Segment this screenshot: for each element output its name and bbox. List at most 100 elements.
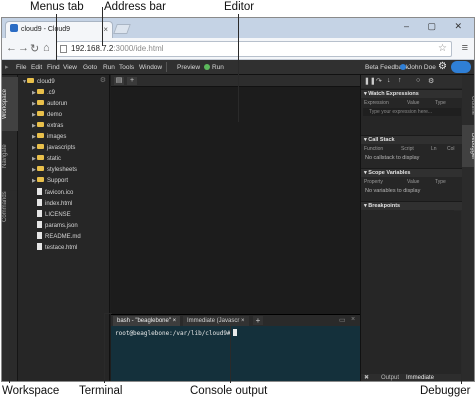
run-icon [204, 64, 210, 70]
cloud-upload-icon[interactable] [451, 61, 471, 73]
tree-folder[interactable]: ▶ static [32, 155, 61, 164]
tree-folder[interactable]: ▶ .c9 [32, 89, 55, 98]
back-arrow-icon[interactable]: ← [6, 42, 17, 54]
user-avatar-icon [400, 64, 406, 70]
tree-folder[interactable]: ▶ stylesheets [32, 166, 77, 175]
tree-folder-label: stylesheets [47, 167, 78, 173]
tab-immediate[interactable]: Immediate (Javascr × [183, 316, 249, 326]
maximize-icon[interactable]: ▭ [339, 316, 346, 324]
tree-folder[interactable]: ▶ Support [32, 177, 68, 186]
breakpoints-header[interactable]: ▾ Breakpoints [361, 201, 462, 210]
tree-root[interactable]: ▼ cloud9 [22, 78, 55, 87]
tree-settings-icon[interactable]: ⚙ [100, 76, 106, 84]
forward-arrow-icon[interactable]: → [18, 42, 29, 54]
scope-title: Scope Variables [368, 170, 411, 176]
scope-columns: Property Value Type [361, 178, 462, 186]
menu-tools[interactable]: Tools [119, 64, 134, 71]
tab-close-icon[interactable]: × [241, 318, 245, 324]
tree-file[interactable]: favicon.ico [37, 188, 73, 197]
callout-console-output: Console output [190, 385, 268, 397]
tab-commands[interactable]: Commands [2, 181, 18, 233]
menu-grip-icon[interactable]: ▸ [5, 63, 9, 71]
user-menu[interactable]: John Doe [400, 64, 436, 71]
run-label: Run [212, 64, 224, 71]
menu-goto[interactable]: Goto [83, 64, 97, 71]
tree-folder-label: static [47, 156, 62, 162]
callout-address-bar: Address bar [104, 1, 167, 13]
leader-address-bar [102, 7, 103, 46]
run-button[interactable]: Run [204, 64, 224, 71]
preview-button[interactable]: Preview [177, 64, 200, 71]
tab-workspace[interactable]: Workspace [2, 77, 18, 131]
address-host: 192.168.7.2 [71, 44, 114, 53]
tree-folder[interactable]: ▶ extras [32, 122, 63, 131]
menu-view[interactable]: View [63, 64, 77, 71]
footer-immediate-tab[interactable]: Immediate [406, 374, 434, 381]
leader-menus-tab [56, 14, 57, 63]
call-stack-header[interactable]: ▾ Call Stack [361, 135, 462, 144]
terminal-tabbar: bash - "beaglebone" × Immediate (Javascr… [111, 315, 360, 326]
col-type: Type [435, 100, 446, 106]
file-icon [37, 243, 42, 250]
watch-expressions-header[interactable]: ▾ Watch Expressions [361, 89, 462, 98]
bookmark-star-icon[interactable]: ☆ [438, 42, 447, 56]
tree-file[interactable]: LICENSE [37, 210, 71, 219]
new-file-tab-button[interactable]: + [127, 77, 137, 85]
user-name: John Doe [408, 64, 436, 71]
address-port: :3000 [113, 44, 134, 53]
menu-run[interactable]: Run [103, 64, 115, 71]
tree-file[interactable]: index.html [37, 199, 72, 208]
pause-icon[interactable]: ❚❚ [364, 77, 376, 85]
tab-debugger[interactable]: Debugger [462, 125, 474, 167]
close-panel-icon[interactable]: × [351, 316, 355, 323]
tab-bash-terminal[interactable]: bash - "beaglebone" × [113, 316, 181, 326]
settings-gear-icon[interactable]: ⚙ [438, 61, 447, 72]
tree-folder-label: Support [47, 178, 69, 184]
tree-folder[interactable]: ▶ autorun [32, 100, 67, 109]
address-bar[interactable]: 192.168.7.2:3000/ide.html ☆ [56, 41, 452, 57]
window-controls[interactable]: – ▢ ✕ [404, 21, 470, 32]
browser-tab[interactable]: cloud9 - Cloud9 × [5, 21, 113, 38]
tree-file[interactable]: testace.html [37, 243, 77, 252]
deactivate-breakpoints-icon[interactable]: ○ [416, 77, 420, 84]
folder-icon [37, 100, 44, 105]
tree-folder[interactable]: ▶ demo [32, 111, 62, 120]
new-tab-button[interactable] [113, 24, 131, 34]
editor-tabbar: ▤ + [111, 75, 360, 87]
menu-find[interactable]: Find [47, 64, 60, 71]
terminal-panel[interactable]: bash - "beaglebone" × Immediate (Javascr… [111, 314, 360, 381]
tree-file-label: params.json [45, 223, 78, 229]
tree-folder[interactable]: ▶ javascripts [32, 144, 75, 153]
tree-folder-label: javascripts [47, 145, 76, 151]
add-terminal-tab-button[interactable]: + [253, 316, 263, 325]
watch-expression-input[interactable]: Type your expression here... [363, 108, 461, 116]
console-output[interactable]: root@beaglebone:/var/lib/cloud9# [115, 329, 237, 337]
callout-terminal: Terminal [79, 385, 123, 397]
scope-empty-note: No variables to display [365, 188, 421, 194]
file-icon [37, 232, 42, 239]
menu-edit[interactable]: Edit [31, 64, 42, 71]
step-into-icon[interactable]: ↓ [387, 77, 391, 84]
tab-close-icon[interactable]: × [173, 318, 177, 324]
footer-close-icon[interactable]: ✖ [364, 374, 369, 381]
col-script: Script [401, 146, 414, 152]
tab-navigate[interactable]: Navigate [2, 133, 18, 179]
browser-menu-icon[interactable]: ≡ [462, 42, 468, 54]
editor-pane[interactable]: ▤ + [111, 75, 360, 314]
editor-menu-icon[interactable]: ▤ [114, 77, 124, 85]
tree-file[interactable]: params.json [37, 221, 78, 230]
step-out-icon[interactable]: ↑ [398, 77, 402, 84]
footer-output-tab[interactable]: Output [381, 374, 399, 381]
reload-icon[interactable]: ↻ [30, 42, 39, 55]
tab-close-icon[interactable]: × [103, 22, 108, 37]
tree-folder[interactable]: ▶ images [32, 133, 66, 142]
home-icon[interactable]: ⌂ [43, 42, 50, 54]
tree-file[interactable]: README.md [37, 232, 81, 241]
step-over-icon[interactable]: ↷ [376, 77, 382, 85]
leader-editor [238, 14, 239, 122]
scope-variables-header[interactable]: ▾ Scope Variables [361, 168, 462, 177]
debugger-settings-icon[interactable]: ⚙ [428, 77, 434, 85]
tab-outline[interactable]: Outline [462, 89, 474, 123]
menu-file[interactable]: File [16, 64, 26, 71]
menu-window[interactable]: Window [139, 64, 162, 71]
